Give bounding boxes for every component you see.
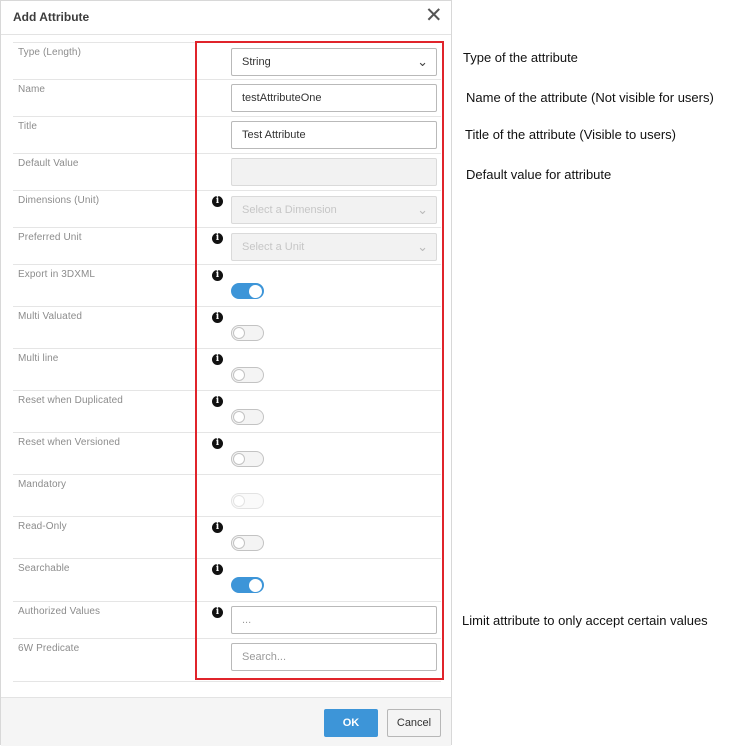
mandatory-label: Mandatory [18, 479, 67, 490]
read-only-label: Read-Only [18, 521, 67, 532]
authorized-values-label: Authorized Values [18, 606, 101, 617]
searchable-label: Searchable [18, 563, 70, 574]
multi-valuated-label: Multi Valuated [18, 311, 83, 322]
export-3dxml-label: Export in 3DXML [18, 269, 96, 280]
dimensions-label: Dimensions (Unit) [18, 195, 100, 206]
default-value-label: Default Value [18, 158, 79, 169]
annotation-title: Title of the attribute (Visible to users… [465, 127, 676, 142]
predicate-6w-label: 6W Predicate [18, 643, 80, 654]
annotation-type: Type of the attribute [463, 50, 578, 65]
reset-duplicated-label: Reset when Duplicated [18, 395, 123, 406]
cancel-button[interactable]: Cancel [387, 709, 441, 737]
dialog-header: Add Attribute ✕ [1, 1, 451, 35]
title-label: Title [18, 121, 38, 132]
dialog-title: Add Attribute [13, 10, 90, 24]
name-label: Name [18, 84, 46, 95]
annotation-authorized-values: Limit attribute to only accept certain v… [462, 613, 708, 628]
highlight-box [195, 41, 444, 680]
preferred-unit-label: Preferred Unit [18, 232, 82, 243]
ok-button[interactable]: OK [324, 709, 378, 737]
dialog-footer: OK Cancel [1, 697, 451, 746]
annotation-name: Name of the attribute (Not visible for u… [466, 90, 714, 105]
multi-line-label: Multi line [18, 353, 59, 364]
reset-versioned-label: Reset when Versioned [18, 437, 121, 448]
close-icon[interactable]: ✕ [425, 5, 443, 27]
type-label: Type (Length) [18, 47, 82, 58]
annotation-default-value: Default value for attribute [466, 167, 612, 182]
